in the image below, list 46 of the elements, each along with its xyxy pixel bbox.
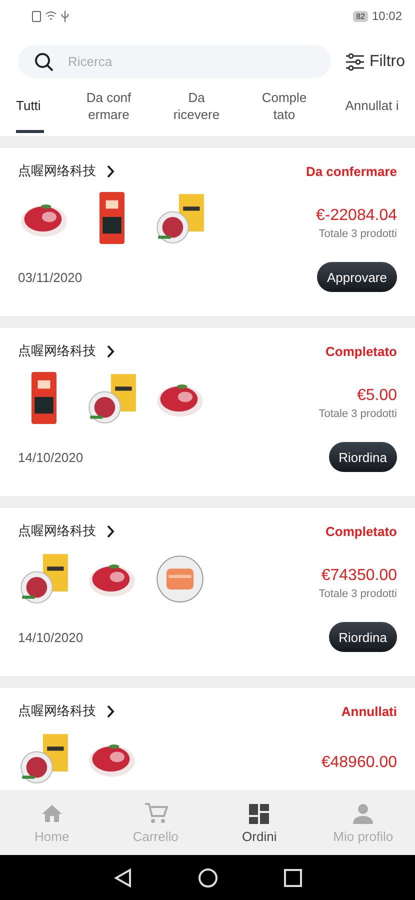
- order-status: Da confermare: [306, 164, 397, 178]
- usb-icon: [61, 10, 69, 22]
- order-price: €-22084.04: [316, 206, 397, 224]
- order-status: Completato: [326, 344, 397, 358]
- search-field[interactable]: Ricerca: [18, 45, 332, 78]
- order-status: Annullati: [341, 704, 397, 718]
- search-icon: [34, 52, 54, 72]
- person-icon: [351, 802, 376, 826]
- cart-icon: [144, 802, 168, 826]
- order-price: €74350.00: [321, 566, 397, 584]
- order-tab[interactable]: Da ricevere: [154, 78, 240, 136]
- order-action-button[interactable]: Approvare: [317, 262, 397, 292]
- shop-name[interactable]: 点喔网络科技: [18, 522, 96, 540]
- shop-name[interactable]: 点喔网络科技: [18, 342, 96, 360]
- order-date: 14/10/2020: [18, 450, 84, 464]
- battery-level: 82: [353, 10, 368, 22]
- product-count: Totale 3 prodotti: [318, 408, 397, 420]
- grid-icon: [247, 802, 272, 826]
- chevron-right-icon: [106, 344, 115, 358]
- order-status: Completato: [326, 524, 397, 538]
- product-count: Totale 3 prodotti: [318, 588, 397, 600]
- home-circle-icon[interactable]: [198, 868, 218, 888]
- chevron-right-icon: [106, 704, 115, 718]
- order-action-button[interactable]: Riordina: [328, 622, 397, 652]
- sliders-icon: [345, 52, 366, 70]
- order-tab[interactable]: Da conf ermare: [66, 78, 152, 136]
- order-date: 03/11/2020: [18, 270, 82, 284]
- order-price: €5.00: [356, 386, 397, 404]
- shop-name[interactable]: 点喔网络科技: [18, 162, 96, 180]
- order-action-button[interactable]: Riordina: [328, 442, 397, 472]
- back-icon[interactable]: [114, 868, 132, 888]
- chevron-right-icon: [106, 524, 115, 538]
- clock-time: 10:02: [372, 9, 402, 23]
- order-tab[interactable]: Annullat i: [329, 78, 415, 136]
- order-price: €48960.00: [321, 754, 397, 772]
- order-tab[interactable]: Comple tato: [241, 78, 328, 136]
- order-tab[interactable]: Tutti: [16, 78, 64, 136]
- chevron-right-icon: [106, 164, 115, 178]
- sim-icon: [32, 10, 41, 22]
- wifi-icon: [45, 11, 57, 21]
- product-count: Totale 3 prodotti: [318, 228, 397, 240]
- order-date: 14/10/2020: [18, 630, 84, 644]
- nav-tab[interactable]: Ordini: [208, 790, 312, 855]
- shop-name[interactable]: 点喔网络科技: [18, 702, 96, 720]
- filter-button[interactable]: Filtro: [345, 52, 405, 70]
- recents-square-icon[interactable]: [284, 868, 302, 886]
